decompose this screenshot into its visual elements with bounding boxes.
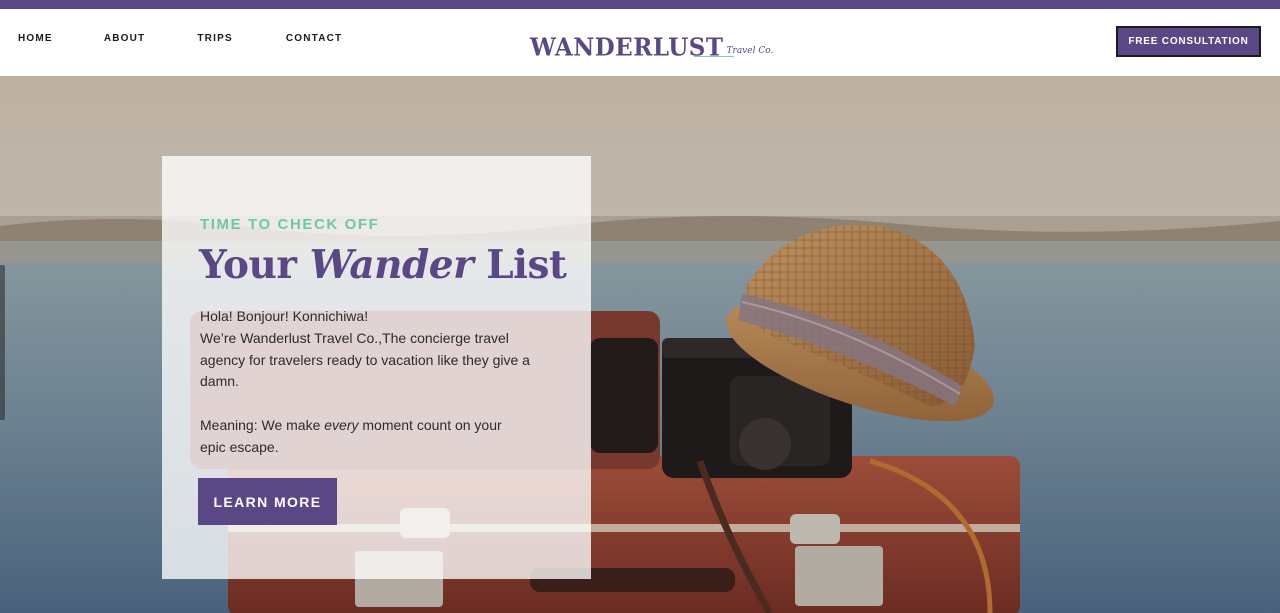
headline-emphasis: Wander [309,242,474,288]
hero-eyebrow: TIME TO CHECK OFF [200,216,380,233]
hero-greeting: Hola! Bonjour! Konnichiwa! [200,308,369,324]
main-nav: HOME ABOUT TRIPS CONTACT [18,33,342,44]
nav-trips[interactable]: TRIPS [197,33,232,44]
nav-contact[interactable]: CONTACT [286,33,343,44]
learn-more-button[interactable]: LEARN MORE [198,478,337,525]
headline-part-1: Your [199,242,310,288]
meaning-part-1: Meaning: We make [200,416,325,433]
top-accent-bar [0,0,1280,9]
nav-about[interactable]: ABOUT [104,33,146,44]
side-scroll-tab[interactable] [0,265,5,420]
nav-home[interactable]: HOME [18,33,53,44]
hero-body: Hola! Bonjour! Konnichiwa! We’re Wanderl… [200,306,530,459]
hero-intro: We’re Wanderlust Travel Co.,The concierg… [200,329,530,390]
free-consultation-button[interactable]: FREE CONSULTATION [1116,26,1261,57]
meaning-emphasis: every [324,416,359,433]
site-logo[interactable]: WANDERLUST Travel Co. [530,23,773,59]
hero-content-card: TIME TO CHECK OFF Your Wander List Hola!… [162,156,591,579]
logo-subtitle: Travel Co. [726,46,774,56]
site-header: HOME ABOUT TRIPS CONTACT WANDERLUST Trav… [0,9,1280,76]
logo-flourish [694,56,734,57]
hero-headline: Your Wander List [199,242,567,288]
hero-meaning: Meaning: We make every moment count on y… [200,415,530,459]
headline-part-2: List [473,242,567,288]
